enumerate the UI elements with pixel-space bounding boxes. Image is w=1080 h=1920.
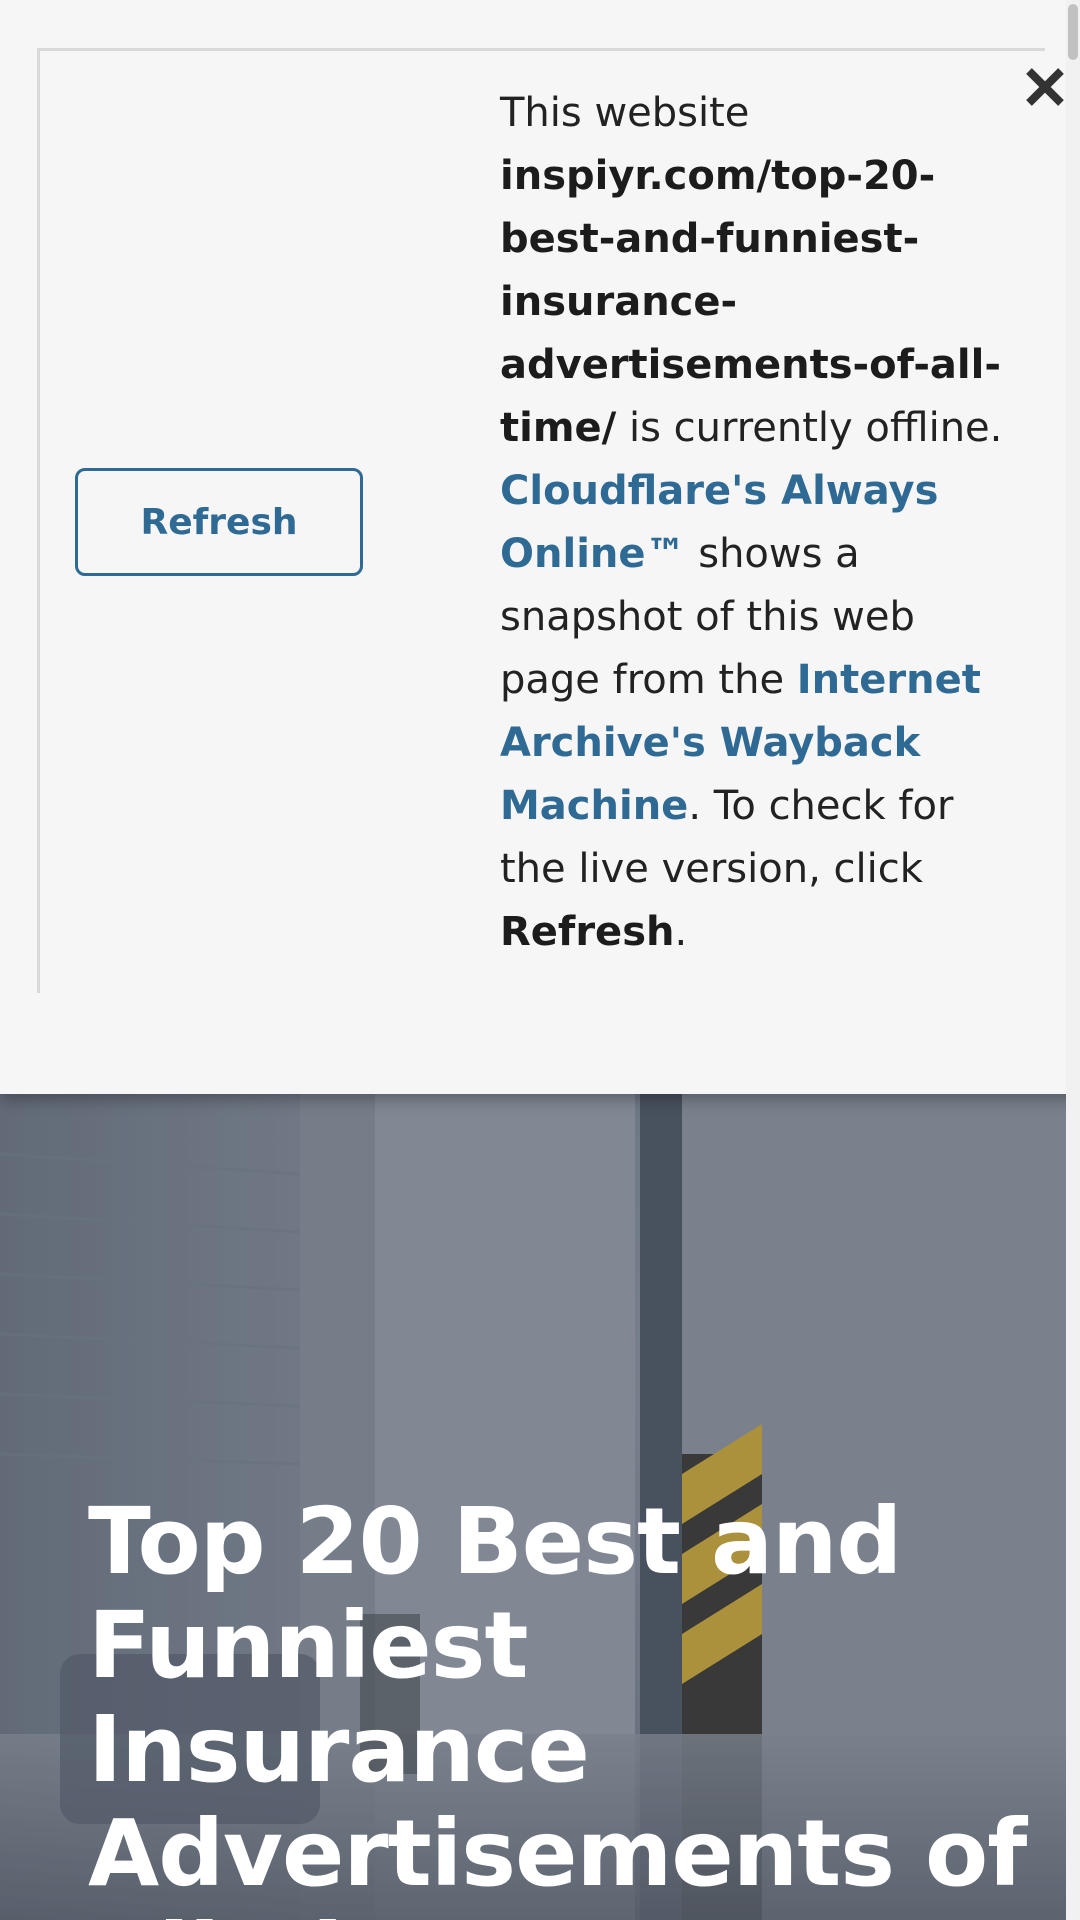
offline-message: This website inspiyr.com/top-20-best-and…	[500, 82, 1020, 964]
refresh-button[interactable]: Refresh	[75, 468, 363, 576]
scrollbar[interactable]	[1066, 0, 1080, 1920]
hero-section: Top 20 Best and Funniest Insurance Adver…	[0, 1094, 1080, 1920]
close-icon[interactable]	[1020, 62, 1070, 112]
offline-banner: Refresh This website inspiyr.com/top-20-…	[0, 0, 1080, 1094]
message-intro: This website	[500, 90, 750, 136]
scrollbar-thumb[interactable]	[1068, 4, 1078, 60]
article-title: Top 20 Best and Funniest Insurance Adver…	[88, 1488, 1027, 1920]
refresh-word: Refresh	[500, 909, 675, 955]
message-end: .	[674, 909, 688, 955]
message-after-url: is currently offline.	[616, 405, 1003, 451]
